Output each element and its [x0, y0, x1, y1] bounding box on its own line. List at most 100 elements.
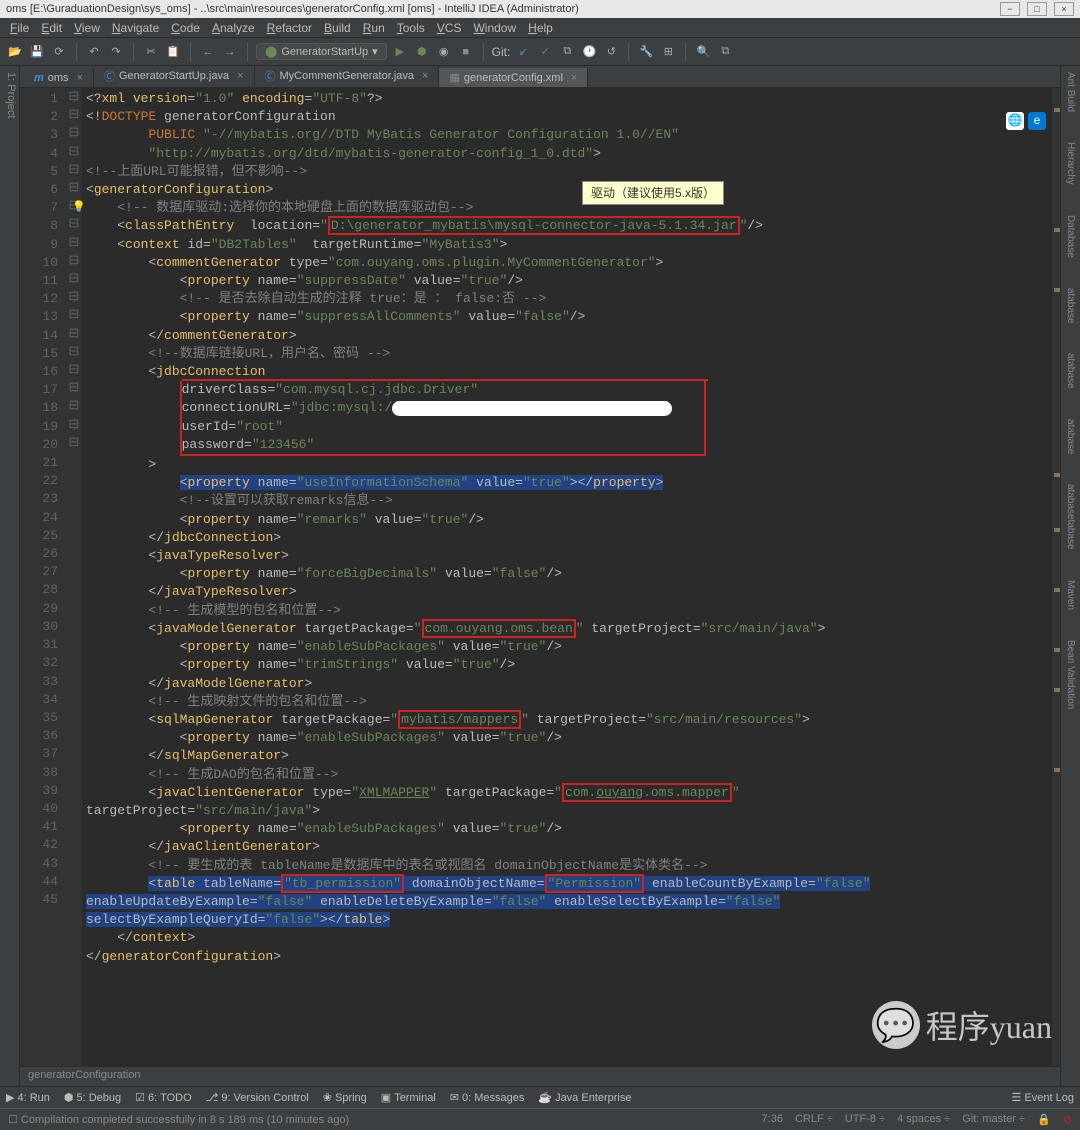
- tool-icon: ▶: [6, 1091, 14, 1104]
- menu-tools[interactable]: Tools: [391, 19, 431, 37]
- back-icon[interactable]: ←: [199, 43, 217, 61]
- tool-Spring[interactable]: ❀ Spring: [323, 1091, 367, 1104]
- project-tool-button[interactable]: 1: Project: [5, 72, 17, 118]
- tool-0-Messages[interactable]: ✉ 0: Messages: [450, 1091, 525, 1104]
- git-branch[interactable]: Git: master ÷: [962, 1113, 1025, 1126]
- cursor-position[interactable]: 7:36: [762, 1113, 783, 1126]
- git-revert-icon[interactable]: ↺: [602, 43, 620, 61]
- watermark-text: 程序yuan: [926, 1002, 1052, 1048]
- tool-5-Debug[interactable]: ⬢ 5: Debug: [64, 1091, 121, 1104]
- separator: [628, 43, 629, 61]
- indent-settings[interactable]: 4 spaces ÷: [897, 1113, 950, 1126]
- edge-icon[interactable]: e: [1028, 112, 1046, 130]
- close-tab-icon[interactable]: ×: [77, 72, 83, 84]
- close-tab-icon[interactable]: ×: [422, 70, 428, 82]
- bottom-tool-bar: ▶ 4: Run ⬢ 5: Debug ☑ 6: TODO ⎇ 9: Version …: [0, 1086, 1080, 1108]
- search-icon[interactable]: 🔍: [694, 43, 712, 61]
- code-content[interactable]: <?xml version="1.0" encoding="UTF-8"?><!…: [82, 88, 1060, 1066]
- tool-4-Run[interactable]: ▶ 4: Run: [6, 1091, 50, 1104]
- tool-Database[interactable]: Database: [1065, 215, 1076, 258]
- fold-gutter[interactable]: ⊟⊟⊟⊟⊟⊟⊟⊟⊟⊟⊟⊟⊟⊟⊟⊟⊟⊟⊟⊟: [66, 88, 82, 1066]
- undo-icon[interactable]: ↶: [85, 43, 103, 61]
- module-icon: m: [34, 72, 44, 84]
- menu-view[interactable]: View: [68, 19, 106, 37]
- separator: [76, 43, 77, 61]
- stop-icon[interactable]: ■: [457, 43, 475, 61]
- tool-icon: ❀: [323, 1091, 332, 1104]
- minimize-icon[interactable]: −: [1000, 2, 1020, 16]
- menu-vcs[interactable]: VCS: [431, 19, 468, 37]
- chrome-icon[interactable]: 🌐: [1006, 112, 1024, 130]
- run-icon[interactable]: ▶: [391, 43, 409, 61]
- tab-label: MyCommentGenerator.java: [280, 70, 415, 82]
- status-bar: ☐ Compilation completed successfully in …: [0, 1108, 1080, 1130]
- line-numbers: 1234567891011121314151617181920212223242…: [20, 88, 66, 1066]
- xml-icon: ▦: [449, 71, 459, 84]
- tool-6-TODO[interactable]: ☑ 6: TODO: [135, 1091, 191, 1104]
- menu-file[interactable]: File: [4, 19, 35, 37]
- close-tab-icon[interactable]: ×: [237, 70, 243, 82]
- tool-icon: ▣: [381, 1091, 391, 1104]
- git-compare-icon[interactable]: ⧉: [558, 43, 576, 61]
- run-configuration[interactable]: ⬤ GeneratorStartUp ▾: [256, 43, 387, 60]
- line-separator[interactable]: CRLF ÷: [795, 1113, 833, 1126]
- main-area: 1: Project moms×ⒸGeneratorStartUp.java×Ⓒ…: [0, 66, 1080, 1086]
- tool-atabasetabase[interactable]: atabasetabase: [1065, 484, 1076, 550]
- tool-Hierarchy[interactable]: Hierarchy: [1065, 142, 1076, 185]
- redo-icon[interactable]: ↷: [107, 43, 125, 61]
- forward-icon[interactable]: →: [221, 43, 239, 61]
- status-indicator-icon[interactable]: ⊘: [1063, 1113, 1072, 1126]
- title-bar: oms [E:\GuraduationDesign\sys_oms] - ..\…: [0, 0, 1080, 18]
- coverage-icon[interactable]: ◉: [435, 43, 453, 61]
- tab-oms[interactable]: moms×: [24, 69, 94, 87]
- tool-Terminal[interactable]: ▣ Terminal: [381, 1091, 436, 1104]
- editor-area: moms×ⒸGeneratorStartUp.java×ⒸMyCommentGe…: [20, 66, 1060, 1086]
- maximize-icon[interactable]: □: [1027, 2, 1047, 16]
- open-icon[interactable]: 📂: [6, 43, 24, 61]
- tool-Maven[interactable]: Maven: [1065, 580, 1076, 610]
- tool-9-Version-Control[interactable]: ⎇ 9: Version Control: [206, 1091, 309, 1104]
- menu-run[interactable]: Run: [357, 19, 391, 37]
- tool-icon: ☕: [538, 1091, 552, 1104]
- debug-icon[interactable]: ⬢: [413, 43, 431, 61]
- tool-Bean-Validation[interactable]: Bean Validation: [1065, 640, 1076, 709]
- save-icon[interactable]: 💾: [28, 43, 46, 61]
- cut-icon[interactable]: ✂: [142, 43, 160, 61]
- compile-status: Compilation completed successfully in 8 …: [21, 1114, 349, 1126]
- minimap-scrollbar[interactable]: [1052, 88, 1060, 1066]
- tool-Ant-Build[interactable]: Ant Build: [1065, 72, 1076, 112]
- git-pull-icon[interactable]: ↙: [514, 43, 532, 61]
- copy-icon[interactable]: 📋: [164, 43, 182, 61]
- git-history-icon[interactable]: 🕐: [580, 43, 598, 61]
- menu-build[interactable]: Build: [318, 19, 357, 37]
- search-everywhere-icon[interactable]: ⧉: [716, 43, 734, 61]
- close-icon[interactable]: ×: [1054, 2, 1074, 16]
- tab-GeneratorStartUp.java[interactable]: ⒸGeneratorStartUp.java×: [94, 65, 255, 87]
- bulb-icon[interactable]: 💡: [72, 199, 86, 217]
- menu-refactor[interactable]: Refactor: [261, 19, 318, 37]
- close-tab-icon[interactable]: ×: [571, 72, 577, 84]
- file-encoding[interactable]: UTF-8 ÷: [845, 1113, 885, 1126]
- tool-atabase[interactable]: atabase: [1065, 353, 1076, 389]
- git-commit-icon[interactable]: ✓: [536, 43, 554, 61]
- sync-icon[interactable]: ⟳: [50, 43, 68, 61]
- event-log[interactable]: ☰ Event Log: [1012, 1091, 1074, 1104]
- tab-generatorConfig.xml[interactable]: ▦ generatorConfig.xml ×: [439, 68, 588, 87]
- tool-atabase[interactable]: atabase: [1065, 288, 1076, 324]
- left-tool-window-bar[interactable]: 1: Project: [0, 66, 20, 1086]
- tab-MyCommentGenerator.java[interactable]: ⒸMyCommentGenerator.java×: [255, 65, 440, 87]
- code-editor[interactable]: 1234567891011121314151617181920212223242…: [20, 88, 1060, 1066]
- menu-navigate[interactable]: Navigate: [106, 19, 165, 37]
- menu-code[interactable]: Code: [165, 19, 206, 37]
- tool-Java-Enterprise[interactable]: ☕ Java Enterprise: [538, 1091, 631, 1104]
- lock-icon[interactable]: 🔒: [1037, 1113, 1051, 1126]
- settings-icon[interactable]: 🔧: [637, 43, 655, 61]
- breadcrumb[interactable]: generatorConfiguration: [20, 1066, 1060, 1086]
- tool-atabase[interactable]: atabase: [1065, 419, 1076, 455]
- menu-window[interactable]: Window: [467, 19, 522, 37]
- tab-label: generatorConfig.xml: [464, 72, 563, 84]
- project-structure-icon[interactable]: ⊞: [659, 43, 677, 61]
- menu-help[interactable]: Help: [522, 19, 559, 37]
- menu-analyze[interactable]: Analyze: [206, 19, 261, 37]
- menu-edit[interactable]: Edit: [35, 19, 68, 37]
